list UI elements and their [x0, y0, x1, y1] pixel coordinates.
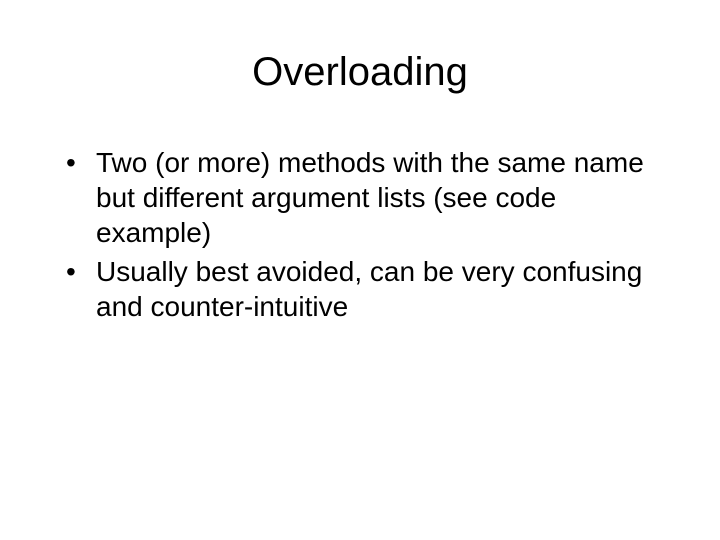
list-item: Two (or more) methods with the same name… [60, 145, 660, 250]
bullet-list: Two (or more) methods with the same name… [60, 145, 660, 324]
slide-title: Overloading [60, 50, 660, 95]
list-item: Usually best avoided, can be very confus… [60, 254, 660, 324]
